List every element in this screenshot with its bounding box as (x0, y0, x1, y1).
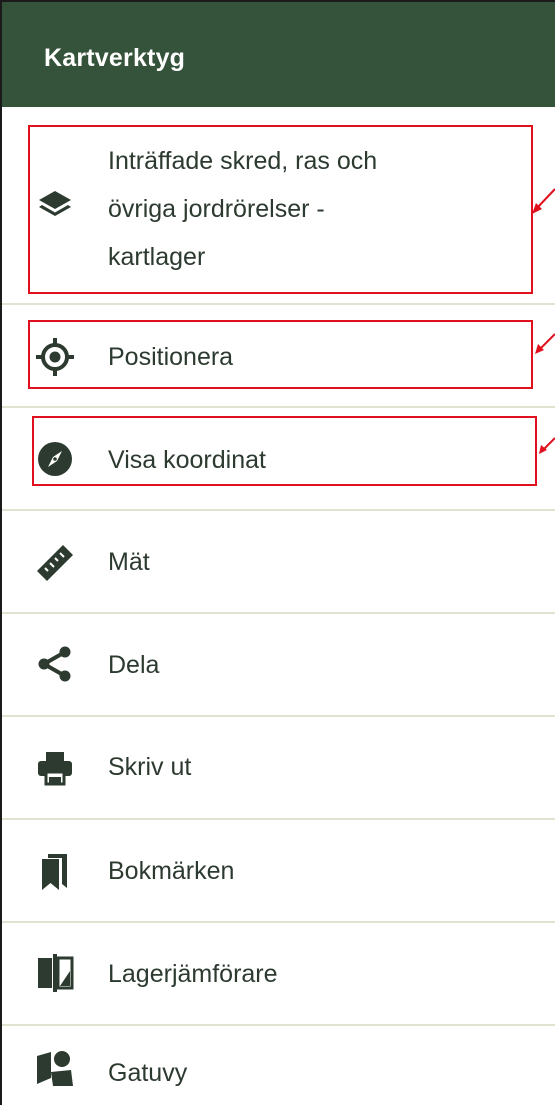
tool-item-mat[interactable]: Mät (2, 511, 555, 614)
tool-item-label: Lagerjämförare (108, 960, 278, 988)
compass-icon (35, 439, 75, 479)
tool-item-lagerjamforare[interactable]: Lagerjämförare (2, 923, 555, 1026)
tool-item-label: Mät (108, 548, 150, 576)
tool-item-label: Skriv ut (108, 753, 192, 781)
tool-item-bokmarken[interactable]: Bokmärken (2, 820, 555, 923)
ruler-icon (35, 541, 75, 581)
tool-item-label: Positionera (108, 343, 234, 371)
share-icon (35, 644, 75, 684)
panel-title: Kartverktyg (44, 44, 186, 72)
tool-item-gatuvy[interactable]: Gatuvy (2, 1026, 555, 1107)
map-tools-panel: Kartverktyg Inträffade skred, ras och öv… (0, 0, 555, 1105)
tool-item-label: Inträffade skred, ras och övriga jordrör… (108, 147, 378, 271)
tool-item-label: Dela (108, 651, 160, 679)
tool-item-visa-koordinat[interactable]: Visa koordinat (2, 408, 555, 511)
layers-icon (35, 187, 75, 227)
tool-item-label: Bokmärken (108, 857, 235, 885)
layer-compare-icon (35, 953, 75, 993)
crosshair-icon (35, 337, 75, 377)
street-view-icon (35, 1048, 75, 1088)
bookmarks-icon (35, 850, 75, 890)
tool-item-positionera[interactable]: Positionera (2, 305, 555, 408)
tool-item-label: Visa koordinat (108, 446, 266, 474)
tool-item-skriv-ut[interactable]: Skriv ut (2, 717, 555, 820)
tool-item-landslide-layers[interactable]: Inträffade skred, ras och övriga jordrör… (2, 107, 555, 305)
printer-icon (35, 748, 75, 788)
tool-item-label: Gatuvy (108, 1059, 188, 1087)
tool-item-dela[interactable]: Dela (2, 614, 555, 717)
panel-header: Kartverktyg (2, 2, 555, 107)
